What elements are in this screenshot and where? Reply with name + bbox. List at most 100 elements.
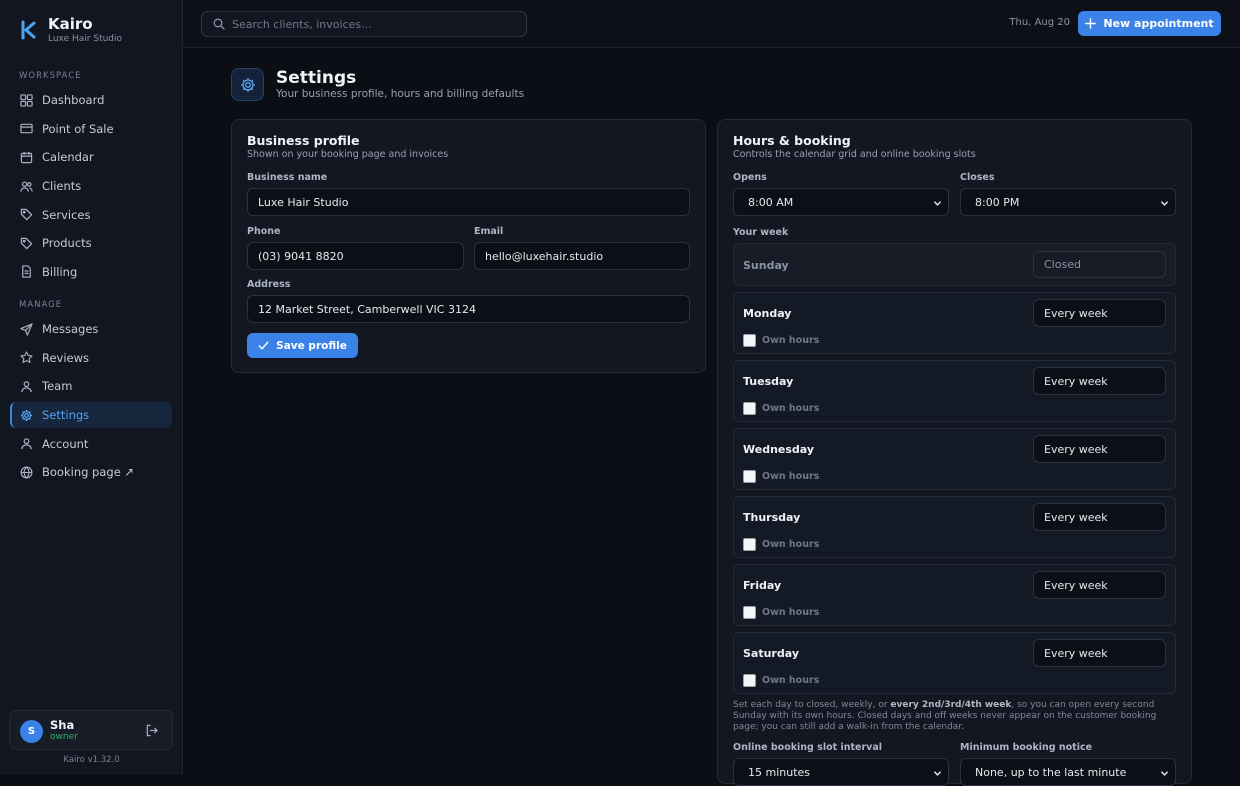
day-schedule-select[interactable]: Every week (1033, 367, 1166, 395)
own-hours-checkbox[interactable] (743, 674, 756, 687)
sidebar-item-clients[interactable]: Clients (10, 173, 172, 200)
chevron-down-icon (1161, 771, 1168, 776)
sidebar-item-services[interactable]: Services (10, 201, 172, 228)
page-subtitle: Your business profile, hours and billing… (276, 88, 525, 100)
chevron-down-icon (1161, 201, 1168, 206)
sidebar-item-label: Billing (42, 264, 78, 279)
day-row-sunday: Sunday Closed (733, 243, 1176, 286)
opens-label: Opens (733, 172, 767, 183)
workspace-section-label: WORKSPACE (19, 71, 82, 81)
own-hours-label: Own hours (762, 335, 820, 346)
kairo-logo-icon (21, 20, 36, 40)
logout-icon[interactable] (145, 724, 158, 737)
own-hours-toggle[interactable]: Own hours (743, 538, 819, 551)
sidebar-item-dashboard[interactable]: Dashboard (10, 87, 172, 114)
tag-icon (20, 208, 33, 221)
new-appointment-label: New appointment (1103, 17, 1214, 30)
day-row-monday: Monday Every week Own hours (733, 292, 1176, 354)
calendar-icon (20, 151, 33, 164)
chevron-down-icon (934, 771, 941, 776)
business-name-label: Business name (247, 172, 328, 183)
day-schedule-select[interactable]: Closed (1033, 251, 1166, 278)
own-hours-toggle[interactable]: Own hours (743, 674, 819, 687)
sidebar-item-products[interactable]: Products (10, 230, 172, 257)
settings-header-icon (231, 68, 264, 101)
slot-interval-select[interactable]: 15 minutes (733, 758, 949, 786)
card-subtitle: Shown on your booking page and invoices (247, 149, 449, 160)
opens-value: 8:00 AM (748, 195, 794, 209)
brand-name: Kairo (48, 15, 93, 33)
sidebar-item-point-of-sale[interactable]: Point of Sale (10, 116, 172, 143)
phone-label: Phone (247, 226, 281, 237)
own-hours-toggle[interactable]: Own hours (743, 402, 819, 415)
closes-select[interactable]: 8:00 PM (960, 188, 1176, 216)
own-hours-label: Own hours (762, 607, 820, 618)
day-name: Thursday (743, 511, 801, 524)
own-hours-checkbox[interactable] (743, 334, 756, 347)
user-icon (21, 438, 32, 450)
booking-notice-value: None, up to the last minute (975, 765, 1127, 779)
workspace-nav: Dashboard Point of Sale Calendar Clients… (10, 87, 172, 287)
day-schedule-select[interactable]: Every week (1033, 299, 1166, 327)
business-name-field[interactable]: Luxe Hair Studio (247, 188, 690, 216)
sidebar-item-label: Team (42, 379, 73, 394)
save-profile-button[interactable]: Save profile (247, 333, 358, 358)
own-hours-checkbox[interactable] (743, 606, 756, 619)
day-row-thursday: Thursday Every week Own hours (733, 496, 1176, 558)
address-field[interactable]: 12 Market Street, Camberwell VIC 3124 (247, 295, 690, 323)
search-box[interactable] (201, 11, 527, 37)
own-hours-checkbox[interactable] (743, 470, 756, 483)
business-profile-card: Business profile Shown on your booking p… (231, 119, 706, 373)
hours-booking-card: Hours & booking Controls the calendar gr… (717, 119, 1192, 786)
own-hours-toggle[interactable]: Own hours (743, 606, 819, 619)
own-hours-label: Own hours (762, 471, 820, 482)
user-name: Sha (50, 718, 75, 732)
new-appointment-button[interactable]: New appointment (1078, 11, 1221, 36)
sidebar-item-label: Reviews (42, 350, 90, 365)
your-week-label: Your week (733, 227, 789, 238)
own-hours-toggle[interactable]: Own hours (743, 334, 819, 347)
sidebar-item-label: Products (42, 236, 92, 251)
gear-icon (20, 409, 33, 421)
brand[interactable]: Kairo Luxe Hair Studio (19, 16, 122, 45)
sidebar-item-team[interactable]: Team (10, 373, 172, 400)
page-title: Settings (276, 68, 357, 88)
globe-icon (20, 466, 33, 479)
own-hours-toggle[interactable]: Own hours (743, 470, 819, 483)
day-schedule-select[interactable]: Every week (1033, 435, 1166, 463)
address-label: Address (247, 279, 291, 290)
email-field[interactable]: hello@luxehair.studio (474, 242, 690, 270)
dashboard-icon (20, 94, 33, 107)
sidebar-item-label: Messages (42, 322, 99, 337)
day-schedule-select[interactable]: Every week (1033, 639, 1166, 667)
email-label: Email (474, 226, 504, 237)
slot-interval-label: Online booking slot interval (733, 742, 882, 753)
day-row-saturday: Saturday Every week Own hours (733, 632, 1176, 694)
users-icon (20, 181, 33, 192)
search-input[interactable] (232, 17, 512, 31)
card-subtitle: Controls the calendar grid and online bo… (733, 149, 976, 160)
day-schedule-select[interactable]: Every week (1033, 503, 1166, 531)
phone-field[interactable]: (03) 9041 8820 (247, 242, 464, 270)
day-name: Tuesday (743, 375, 794, 388)
own-hours-checkbox[interactable] (743, 538, 756, 551)
own-hours-checkbox[interactable] (743, 402, 756, 415)
sidebar-item-billing[interactable]: Billing (10, 259, 172, 286)
sidebar-item-messages[interactable]: Messages (10, 316, 172, 343)
sidebar-item-account[interactable]: Account (10, 430, 172, 457)
sidebar-item-calendar[interactable]: Calendar (10, 144, 172, 171)
user-icon (21, 381, 32, 393)
help-text-pre: Set each day to closed, weekly, or (733, 700, 891, 710)
closes-value: 8:00 PM (975, 195, 1020, 209)
slot-interval-value: 15 minutes (748, 765, 811, 779)
sidebar-item-booking-page[interactable]: Booking page ↗ (10, 459, 172, 486)
user-card[interactable]: S Sha owner (9, 710, 173, 750)
opens-select[interactable]: 8:00 AM (733, 188, 949, 216)
sidebar-item-settings[interactable]: Settings (10, 401, 172, 429)
booking-notice-select[interactable]: None, up to the last minute (960, 758, 1176, 786)
day-schedule-select[interactable]: Every week (1033, 571, 1166, 599)
search-icon (213, 18, 225, 30)
topbar: Thu, Aug 20 New appointment (183, 0, 1240, 48)
sidebar-item-reviews[interactable]: Reviews (10, 345, 172, 372)
star-icon (20, 351, 33, 364)
